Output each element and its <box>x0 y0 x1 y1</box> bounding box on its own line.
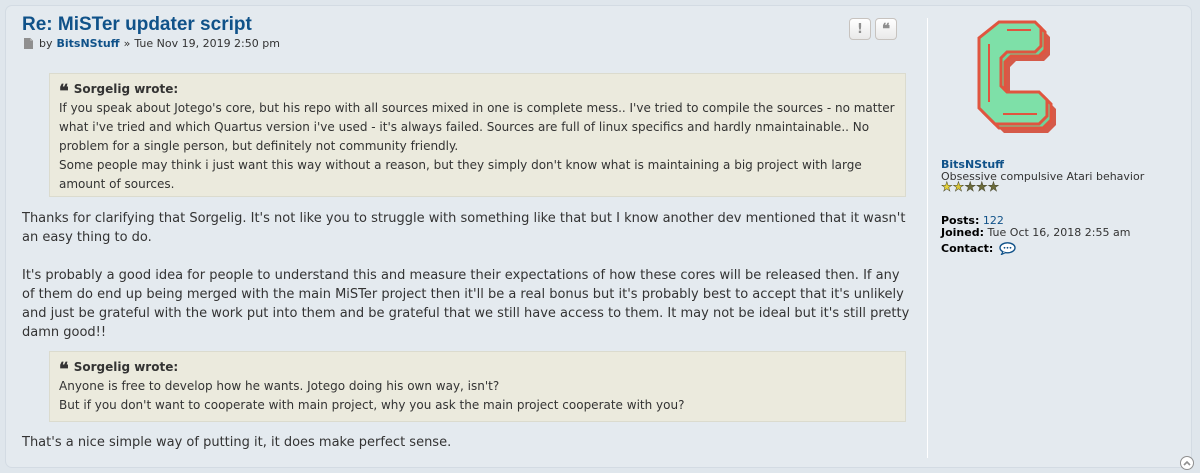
quote-text: Some people may think i just want this w… <box>59 158 862 191</box>
quote-mark-icon: ❝ <box>59 358 69 380</box>
by-label: by <box>39 37 53 50</box>
star-icon: ★ <box>964 180 976 195</box>
contact-label: Contact: <box>941 242 994 255</box>
quote-text: Anyone is free to develop how he wants. … <box>59 379 500 393</box>
post-title-link[interactable]: Re: MiSTer updater script <box>22 14 252 36</box>
post-paragraph: It's probably a good idea for people to … <box>22 268 910 340</box>
chevron-up-icon <box>1183 460 1191 466</box>
report-button[interactable]: ! <box>849 18 871 40</box>
quote-block-2: ❝ Sorgelig wrote: Anyone is free to deve… <box>49 351 906 422</box>
quote-cite: ❝ Sorgelig wrote: <box>59 358 896 380</box>
joined-label: Joined: <box>941 226 984 239</box>
profile-joined: Joined: Tue Oct 16, 2018 2:55 am <box>941 226 1130 239</box>
quote-block-1: ❝ Sorgelig wrote: If you speak about Jot… <box>49 73 906 197</box>
report-icon: ! <box>857 21 863 37</box>
quote-cite-text: Sorgelig wrote: <box>73 82 179 96</box>
star-icon: ★ <box>975 180 988 195</box>
quote-text: If you speak about Jotego's core, but hi… <box>59 101 895 153</box>
post-timestamp: Tue Nov 19, 2019 2:50 pm <box>134 37 280 50</box>
author-link[interactable]: BitsNStuff <box>57 37 120 50</box>
star-icon: ★ <box>952 180 965 195</box>
post-paragraph: Thanks for clarifying that Sorgelig. It'… <box>22 211 906 245</box>
quote-text: But if you don't want to cooperate with … <box>59 398 685 412</box>
quote-icon: ❝ <box>881 19 891 38</box>
post-file-icon[interactable] <box>24 38 33 49</box>
star-icon: ★ <box>941 180 953 195</box>
joined-date: Tue Oct 16, 2018 2:55 am <box>987 226 1131 239</box>
speech-bubble-icon[interactable] <box>999 242 1017 255</box>
rank-stars: ★ ★ ★ ★ ★ <box>941 180 1000 195</box>
post-paragraph: That's a nice simple way of putting it, … <box>22 435 452 450</box>
post-buttons: ! ❝ <box>849 18 901 40</box>
separator: » <box>123 37 131 50</box>
quote-button[interactable]: ❝ <box>875 18 897 40</box>
avatar[interactable] <box>959 16 1067 144</box>
author-line: by BitsNStuff » Tue Nov 19, 2019 2:50 pm <box>24 37 280 50</box>
stylized-c-logo-icon <box>977 20 1056 133</box>
back-to-top-button[interactable] <box>1180 456 1194 470</box>
star-icon: ★ <box>987 180 1000 195</box>
profile-divider <box>927 18 928 458</box>
quote-mark-icon: ❝ <box>59 80 69 102</box>
quote-cite: ❝ Sorgelig wrote: <box>59 80 896 102</box>
forum-post: Re: MiSTer updater script by BitsNStuff … <box>5 5 1194 470</box>
profile-contact: Contact: <box>941 242 1017 255</box>
quote-cite-text: Sorgelig wrote: <box>73 360 179 374</box>
